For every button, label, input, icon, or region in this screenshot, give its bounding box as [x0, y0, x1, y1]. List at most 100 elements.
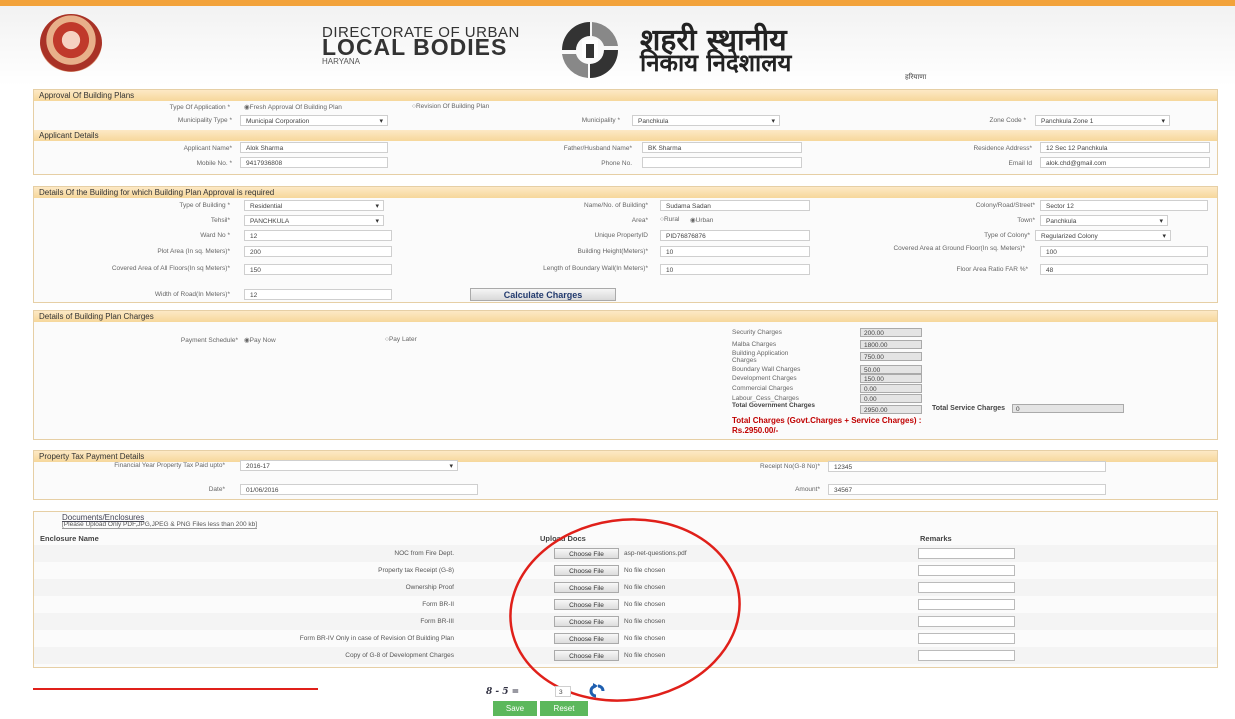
- municipality-type-select[interactable]: Municipal Corporation: [240, 115, 388, 126]
- colony-type-label: Type of Colony*: [984, 232, 1030, 239]
- area-urban-radio[interactable]: ◉Urban: [690, 216, 713, 224]
- tehsil-select[interactable]: PANCHKULA: [244, 215, 384, 226]
- municipality-select[interactable]: Panchkula: [632, 115, 780, 126]
- colony-input[interactable]: Sector 12: [1040, 200, 1208, 211]
- document-name: Ownership Proof: [405, 584, 454, 591]
- town-select[interactable]: Panchkula: [1040, 215, 1168, 226]
- remarks-input[interactable]: [918, 548, 1015, 559]
- area-rural-radio[interactable]: ○Rural: [660, 216, 679, 223]
- amount-input[interactable]: 34567: [828, 484, 1106, 495]
- area-urban-label: Urban: [695, 217, 714, 224]
- remarks-input[interactable]: [918, 633, 1015, 644]
- colony-label: Colony/Road/Street*: [975, 202, 1035, 209]
- document-name: Form BR-III: [420, 618, 454, 625]
- building-height-label: Building Height(Meters)*: [577, 248, 648, 255]
- building-name-label: Name/No. of Building*: [584, 202, 648, 209]
- residence-address-input[interactable]: 12 Sec 12 Panchkula: [1040, 142, 1210, 153]
- application-charges-label: Building Application Charges: [732, 350, 789, 364]
- building-height-input[interactable]: 10: [660, 246, 810, 257]
- applicant-name-input[interactable]: Alok Sharma: [240, 142, 388, 153]
- fy-label: Financial Year Property Tax Paid upto*: [114, 462, 225, 469]
- development-charges-value: 150.00: [860, 374, 922, 383]
- fy-value: 2016-17: [246, 463, 270, 470]
- commercial-charges-label: Commercial Charges: [732, 385, 794, 392]
- save-button[interactable]: Save: [493, 701, 537, 716]
- remarks-input[interactable]: [918, 582, 1015, 593]
- document-name: Form BR-IV Only in case of Revision Of B…: [299, 635, 454, 642]
- remarks-input[interactable]: [918, 565, 1015, 576]
- colony-type-select[interactable]: Regularized Colony: [1035, 230, 1171, 241]
- municipality-label: Municipality *: [581, 117, 620, 124]
- zone-code-label: Zone Code *: [989, 117, 1027, 124]
- security-charges-value: 200.00: [860, 328, 922, 337]
- refresh-captcha-icon[interactable]: [586, 683, 608, 699]
- calculate-charges-button[interactable]: Calculate Charges: [470, 288, 616, 301]
- ward-label: Ward No *: [200, 232, 230, 239]
- application-charges-value: 750.00: [860, 352, 922, 361]
- malba-charges-value: 1800.00: [860, 340, 922, 349]
- road-width-input[interactable]: 12: [244, 289, 392, 300]
- town-value: Panchkula: [1046, 218, 1077, 225]
- malba-charges-label: Malba Charges: [732, 341, 777, 348]
- far-label: Floor Area Ratio FAR %*: [956, 266, 1028, 273]
- remarks-input[interactable]: [918, 650, 1015, 661]
- revision-radio[interactable]: ○Revision Of Building Plan: [412, 103, 489, 110]
- mobile-input[interactable]: 9417936808: [240, 157, 388, 168]
- zone-code-select[interactable]: Panchkula Zone 1: [1035, 115, 1170, 126]
- captcha-question: 8 - 5 =: [486, 687, 520, 697]
- covered-ground-label: Covered Area at Ground Floor(In sq. Mete…: [893, 245, 1025, 252]
- covered-all-input[interactable]: 150: [244, 264, 392, 275]
- pay-now-label: Pay Now: [249, 337, 276, 344]
- road-width-label: Width of Road(In Meters)*: [154, 291, 230, 298]
- area-label: Area*: [631, 217, 648, 224]
- captcha-answer-input[interactable]: 3: [555, 686, 571, 697]
- applicant-name-label: Applicant Name*: [183, 145, 232, 152]
- pay-now-radio[interactable]: ◉Pay Now: [244, 336, 276, 344]
- municipality-type-label: Municipality Type *: [177, 117, 232, 124]
- building-type-label: Type of Building *: [179, 202, 230, 209]
- zone-code-value: Panchkula Zone 1: [1041, 118, 1094, 125]
- email-label: Email Id: [1008, 160, 1032, 167]
- residence-address-label: Residence Address*: [973, 145, 1032, 152]
- revision-label: Revision Of Building Plan: [415, 103, 490, 110]
- boundary-charges-value: 50.00: [860, 365, 922, 374]
- boundary-wall-label: Length of Boundary Wall(In Meters)*: [543, 265, 648, 272]
- fy-select[interactable]: 2016-17: [240, 460, 458, 471]
- documents-note: [Please Upload Only PDF,JPG,JPEG & PNG F…: [62, 521, 258, 529]
- upid-input[interactable]: PID76876876: [660, 230, 810, 241]
- applicant-panel-title: Applicant Details: [34, 130, 1217, 141]
- email-input[interactable]: alok.chd@gmail.com: [1040, 157, 1210, 168]
- remarks-input[interactable]: [918, 599, 1015, 610]
- ward-input[interactable]: 12: [244, 230, 392, 241]
- far-input[interactable]: 48: [1040, 264, 1208, 275]
- amount-label: Amount*: [795, 486, 820, 493]
- covered-ground-input[interactable]: 100: [1040, 246, 1208, 257]
- receipt-input[interactable]: 12345: [828, 461, 1106, 472]
- type-of-application-label: Type Of Application *: [169, 104, 230, 111]
- covered-all-label: Covered Area of All Floors(In sq Meters)…: [111, 265, 230, 272]
- total-govt-charges-label: Total Government Charges: [732, 402, 815, 409]
- reset-button[interactable]: Reset: [540, 701, 588, 716]
- colony-type-value: Regularized Colony: [1041, 233, 1098, 240]
- directorate-subtitle: HARYANA: [322, 57, 360, 66]
- date-input[interactable]: 01/06/2016: [240, 484, 478, 495]
- document-name: Form BR-II: [422, 601, 454, 608]
- plot-area-label: Plot Area (In sq. Meters)*: [157, 248, 230, 255]
- remarks-input[interactable]: [918, 616, 1015, 627]
- boundary-wall-input[interactable]: 10: [660, 264, 810, 275]
- document-name: Copy of G-8 of Development Charges: [345, 652, 454, 659]
- area-rural-label: Rural: [663, 216, 680, 223]
- boundary-charges-label: Boundary Wall Charges: [732, 366, 801, 373]
- building-panel-title: Details Of the Building for which Buildi…: [34, 187, 1217, 198]
- father-name-input[interactable]: BK Sharma: [642, 142, 802, 153]
- pay-later-radio[interactable]: ○Pay Later: [385, 336, 417, 343]
- municipality-value: Panchkula: [638, 118, 669, 125]
- phone-input[interactable]: [642, 157, 802, 168]
- building-name-input[interactable]: Sudama Sadan: [660, 200, 810, 211]
- fresh-approval-radio[interactable]: ◉Fresh Approval Of Building Plan: [244, 103, 342, 111]
- plot-area-input[interactable]: 200: [244, 246, 392, 257]
- building-type-select[interactable]: Residential: [244, 200, 384, 211]
- charges-panel: Details of Building Plan Charges: [33, 310, 1218, 440]
- total-govt-charges-value: 2950.00: [860, 405, 922, 414]
- haryana-emblem-logo: [40, 14, 102, 72]
